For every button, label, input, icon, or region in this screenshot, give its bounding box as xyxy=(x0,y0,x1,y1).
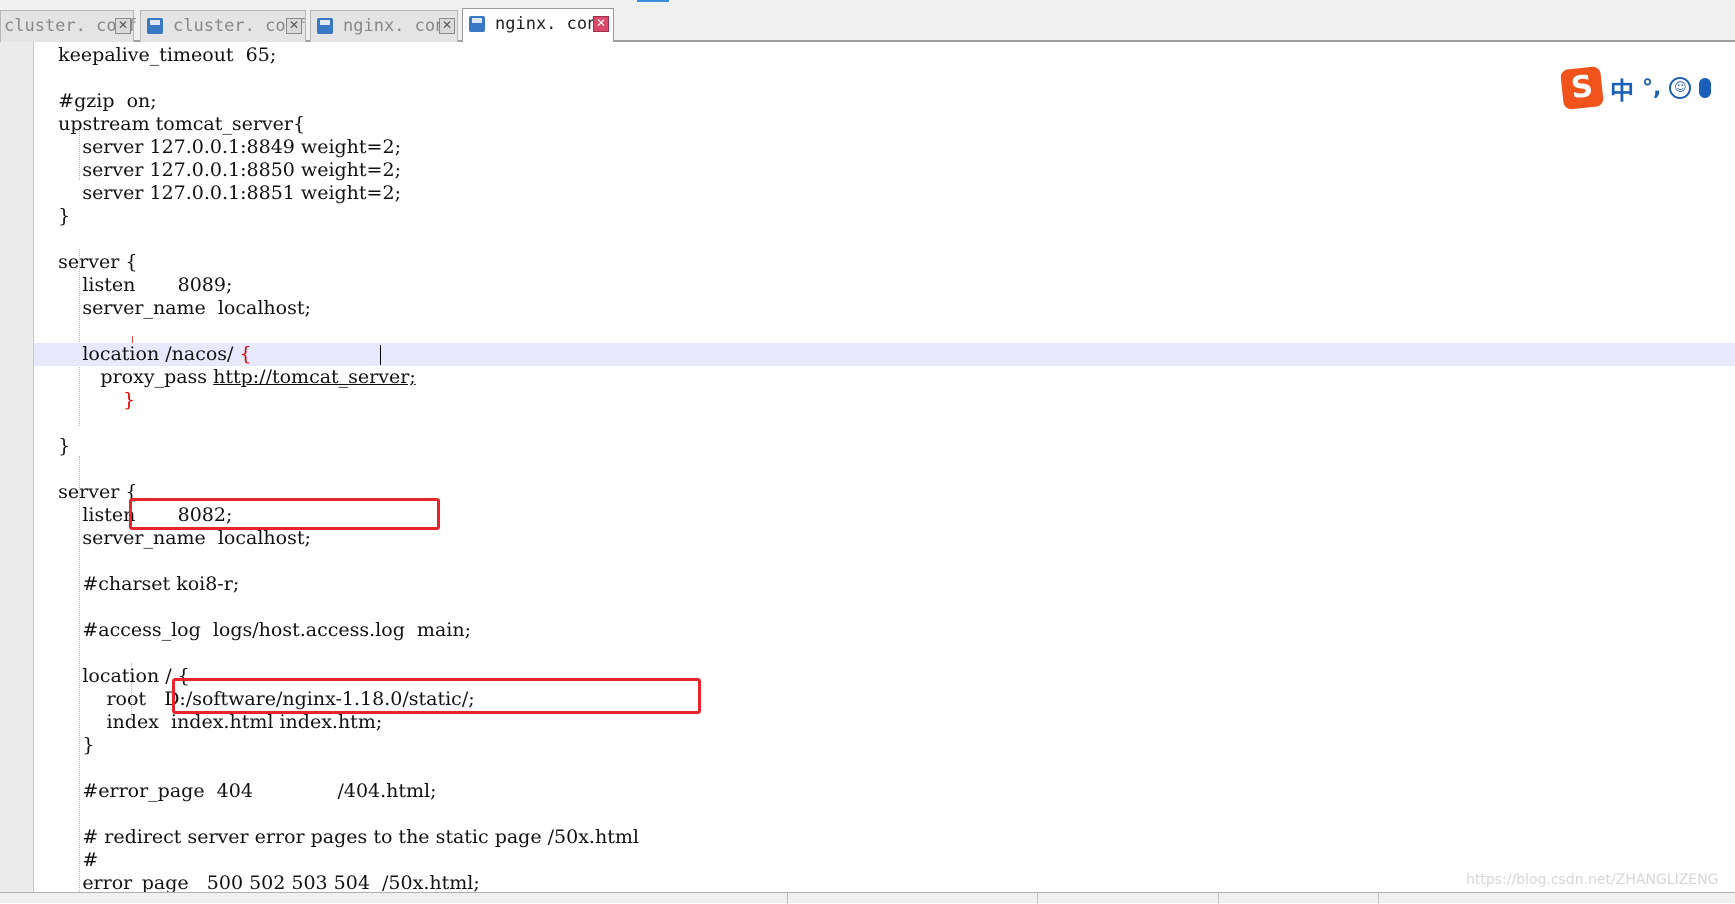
code-text: #charset koi8-r; xyxy=(34,573,240,595)
code-text: server { xyxy=(34,481,138,503)
tab-bar: cluster. conf ✕ cluster. conf ✕ nginx. c… xyxy=(0,0,1735,42)
code-line[interactable]: 5 # redirect server error pages to the s… xyxy=(34,826,1735,849)
code-text: index index.html index.htm; xyxy=(34,711,383,733)
code-line[interactable]: 1 keepalive_timeout 65; xyxy=(34,44,1735,67)
code-text: } xyxy=(34,205,71,227)
code-line[interactable]: 1 } xyxy=(34,734,1735,757)
code-text: server { xyxy=(34,251,138,273)
watermark: https://blog.csdn.net/ZHANGLIZENG xyxy=(1466,872,1719,888)
code-text: location / { xyxy=(34,665,190,687)
code-text: #error_page 404 /404.html; xyxy=(34,780,437,802)
code-line[interactable]: 2 xyxy=(34,757,1735,780)
code-line[interactable]: 5 xyxy=(34,596,1735,619)
save-icon xyxy=(147,18,163,34)
code-text: # redirect server error pages to the sta… xyxy=(34,826,639,848)
code-line[interactable]: 7 server 127.0.0.1:8851 weight=2; xyxy=(34,182,1735,205)
code-line[interactable]: 9 xyxy=(34,228,1735,251)
code-line[interactable]: 3 #error_page 404 /404.html; xyxy=(34,780,1735,803)
tab-cluster-conf-1[interactable]: cluster. conf ✕ xyxy=(0,10,137,42)
code-line[interactable]: 3 xyxy=(34,320,1735,343)
code-line[interactable]: 4 upstream tomcat_server{ xyxy=(34,113,1735,136)
highlight-box-listen xyxy=(129,498,440,530)
code-line[interactable]: 5 server 127.0.0.1:8849 weight=2; xyxy=(34,136,1735,159)
code-text: server 127.0.0.1:8849 weight=2; xyxy=(34,136,401,158)
proxy-pass-url-link[interactable]: http://tomcat_server; xyxy=(213,366,416,388)
code-text: keepalive_timeout 65; xyxy=(34,44,277,66)
code-text: upstream tomcat_server{ xyxy=(34,113,306,135)
code-text: server 127.0.0.1:8850 weight=2; xyxy=(34,159,401,181)
code-text: listen 8089; xyxy=(34,274,233,296)
status-separator xyxy=(1037,893,1038,904)
close-icon[interactable]: ✕ xyxy=(115,18,131,34)
status-separator xyxy=(1378,893,1379,904)
tab-bar-accent xyxy=(637,0,669,2)
code-text: server_name localhost; xyxy=(34,527,311,549)
microphone-icon[interactable] xyxy=(1699,78,1712,98)
close-icon[interactable]: ✕ xyxy=(439,18,455,34)
code-line[interactable]: 5 proxy_pass http://tomcat_server; xyxy=(34,366,1735,389)
code-line[interactable]: 6 server 127.0.0.1:8850 weight=2; xyxy=(34,159,1735,182)
code-text: proxy_pass http://tomcat_server; xyxy=(34,366,416,389)
code-text: } xyxy=(34,734,95,756)
code-line[interactable]: 8 } xyxy=(34,205,1735,228)
code-line[interactable]: 1 listen 8089; xyxy=(34,274,1735,297)
code-line[interactable]: 2 xyxy=(34,67,1735,90)
code-line[interactable]: 9 xyxy=(34,458,1735,481)
code-text: server 127.0.0.1:8851 weight=2; xyxy=(34,182,401,204)
code-line[interactable]: 3 xyxy=(34,550,1735,573)
ime-toolbar[interactable]: S 中 °, ☺ xyxy=(1560,66,1712,110)
code-text: error_page 500 502 503 504 /50x.html; xyxy=(34,872,480,892)
code-line[interactable]: 2 server_name localhost; xyxy=(34,527,1735,550)
code-line[interactable]: 6 #access_log logs/host.access.log main; xyxy=(34,619,1735,642)
sogou-logo-icon[interactable]: S xyxy=(1560,66,1604,110)
code-line[interactable]: 4 location /nacos/ { xyxy=(34,343,1735,366)
tab-nginx-conf-1[interactable]: nginx. conf ✕ xyxy=(310,10,458,42)
code-text: } xyxy=(123,389,135,412)
code-text: #access_log logs/host.access.log main; xyxy=(34,619,471,641)
status-bar xyxy=(0,892,1735,904)
close-icon[interactable]: ✕ xyxy=(286,18,302,34)
code-line[interactable]: 6 # xyxy=(34,849,1735,872)
emoji-icon[interactable]: ☺ xyxy=(1669,77,1692,99)
code-line[interactable]: 6} xyxy=(34,389,1735,412)
tab-label: nginx. conf xyxy=(495,14,608,34)
code-line[interactable]: 4 #charset koi8-r; xyxy=(34,573,1735,596)
code-text: location /nacos/ { xyxy=(34,343,252,366)
status-separator xyxy=(1218,893,1219,904)
location-directive: location /nacos/ xyxy=(34,343,240,365)
status-separator xyxy=(787,893,788,904)
code-text: } xyxy=(34,435,71,457)
close-icon[interactable]: ✕ xyxy=(593,16,609,32)
code-line[interactable]: 2 server_name localhost; xyxy=(34,297,1735,320)
code-line[interactable]: 0 index index.html index.htm; xyxy=(34,711,1735,734)
proxy-pass-directive: proxy_pass xyxy=(34,366,214,388)
code-line[interactable]: 3 #gzip on; xyxy=(34,90,1735,113)
code-text: # xyxy=(34,849,99,871)
ime-mode-chinese[interactable]: 中 xyxy=(1610,71,1634,106)
code-line[interactable]: 7 xyxy=(34,412,1735,435)
save-icon xyxy=(469,16,485,32)
code-text: #gzip on; xyxy=(34,90,157,112)
highlight-box-root xyxy=(172,678,701,714)
matched-brace-open: { xyxy=(239,343,252,365)
tab-cluster-conf-2[interactable]: cluster. conf ✕ xyxy=(140,10,306,42)
code-line[interactable]: 7 xyxy=(34,642,1735,665)
code-line[interactable]: 4 xyxy=(34,803,1735,826)
matched-brace-close: } xyxy=(123,389,136,411)
line-number-gutter xyxy=(0,42,34,892)
text-cursor xyxy=(380,345,381,365)
code-line[interactable]: 8 } xyxy=(34,435,1735,458)
tab-nginx-conf-active[interactable]: nginx. conf ✕ xyxy=(462,8,614,42)
ime-punctuation[interactable]: °, xyxy=(1642,76,1661,101)
code-text: server_name localhost; xyxy=(34,297,311,319)
code-line[interactable]: 0 server { xyxy=(34,251,1735,274)
save-icon xyxy=(317,18,333,34)
code-editor[interactable]: 1 keepalive_timeout 65;23 #gzip on;4 ups… xyxy=(34,42,1735,892)
